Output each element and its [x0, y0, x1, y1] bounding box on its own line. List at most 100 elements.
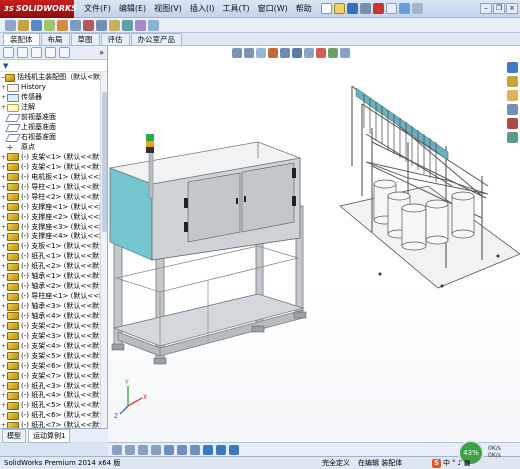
tab-office-products[interactable]: 办公室产品 [130, 33, 182, 45]
tree-item[interactable]: + (-) 支撑座<1> (默认<<默 [0, 202, 107, 212]
tree-item[interactable]: + (-) 支撑座<2> (默认<<默 [0, 212, 107, 222]
stop-icon[interactable] [138, 444, 148, 455]
key-icon[interactable] [177, 444, 187, 455]
tree-item[interactable]: + (-) 支撑座<3> (默认<<默 [0, 222, 107, 232]
tree-item[interactable]: + (-) 电机板<1> (默认<<默 [0, 172, 107, 182]
expand-icon[interactable]: + [0, 252, 7, 261]
show-hidden-icon[interactable] [70, 19, 81, 31]
mate-icon[interactable] [18, 19, 29, 31]
expand-icon[interactable]: + [0, 213, 7, 222]
feature-tree-tab-icon[interactable] [3, 47, 14, 58]
expand-icon[interactable]: + [0, 312, 7, 321]
bill-of-materials-icon[interactable] [122, 19, 133, 31]
tree-item[interactable]: + (-) 纸孔<2> (默认<<默认 [0, 262, 107, 272]
tab-motion-study[interactable]: 运动算例1 [28, 428, 71, 443]
scrollbar-thumb[interactable] [102, 92, 107, 232]
tab-sketch[interactable]: 草图 [70, 33, 100, 45]
expand-icon[interactable]: + [0, 362, 7, 371]
tree-item[interactable]: + (-) 支架<3> (默认<<默认 [0, 331, 107, 341]
expand-icon[interactable]: + [0, 302, 7, 311]
menu-help[interactable]: 帮助 [292, 3, 316, 14]
tree-item[interactable]: + 注解 [0, 103, 107, 113]
tree-item[interactable]: + (-) 纸孔<3> (默认<<默认 [0, 381, 107, 391]
close-icon[interactable]: × [506, 3, 518, 14]
expand-icon[interactable]: + [0, 272, 7, 281]
print-icon[interactable] [359, 3, 371, 14]
expand-icon[interactable]: + [0, 391, 7, 400]
smart-fastener-icon[interactable] [44, 19, 55, 31]
menu-tools[interactable]: 工具(T) [218, 3, 253, 14]
tree-root-assembly[interactable]: − 括线机主装配图（默认<默认 [0, 73, 107, 83]
tree-item[interactable]: + (-) 轴承<3> (默认<<默认 [0, 302, 107, 312]
tree-item[interactable]: + (-) 导柱<1> (默认<<默认 [0, 182, 107, 192]
rack-structure[interactable] [339, 85, 520, 289]
assembly-features-icon[interactable] [83, 19, 94, 31]
tree-item[interactable]: + (-) 纸孔<1> (默认<<默认 [0, 252, 107, 262]
restore-icon[interactable]: ❐ [493, 3, 505, 14]
tree-item[interactable]: 上视基准面 [0, 123, 107, 133]
expand-icon[interactable]: + [0, 203, 7, 212]
cabinet-machine[interactable] [108, 134, 307, 365]
expand-icon[interactable]: + [0, 173, 7, 182]
tree-item[interactable]: + (-) 导柱<2> (默认<<默认 [0, 192, 107, 202]
configuration-manager-tab-icon[interactable] [31, 47, 42, 58]
tree-item[interactable]: 右视基准面 [0, 133, 107, 143]
instant3d-icon[interactable] [148, 19, 159, 31]
playback-speed-icon[interactable] [151, 444, 161, 455]
chevron-right-icon[interactable]: » [99, 48, 104, 57]
contact-icon[interactable] [216, 444, 226, 455]
tree-item[interactable]: ✛ 原点 [0, 143, 107, 153]
expand-icon[interactable]: + [0, 401, 7, 410]
expand-icon[interactable]: + [0, 332, 7, 341]
reference-geometry-icon[interactable] [96, 19, 107, 31]
expand-icon[interactable]: + [0, 223, 7, 232]
undo-icon[interactable] [372, 3, 384, 14]
tree-item[interactable]: + (-) 纸孔<5> (默认<<默认 [0, 401, 107, 411]
menu-insert[interactable]: 插入(I) [186, 3, 219, 14]
expand-icon[interactable]: + [0, 262, 7, 271]
tab-assembly[interactable]: 装配体 [3, 33, 40, 45]
move-component-icon[interactable] [57, 19, 68, 31]
tree-item[interactable]: + (-) 支架<1> (默认<<默认 [0, 162, 107, 172]
tree-item[interactable]: 前视基准面 [0, 113, 107, 123]
expand-icon[interactable]: + [0, 282, 7, 291]
menu-edit[interactable]: 编辑(E) [115, 3, 150, 14]
expand-icon[interactable]: + [0, 352, 7, 361]
display-manager-tab-icon[interactable] [59, 47, 70, 58]
filter-icon[interactable]: ▼ [3, 62, 8, 70]
expand-icon[interactable]: + [0, 183, 7, 192]
spring-icon[interactable] [203, 444, 213, 455]
exploded-view-icon[interactable] [135, 19, 146, 31]
ime-keyboard-icon[interactable]: ▦ [464, 459, 471, 467]
save-animation-icon[interactable] [164, 444, 174, 455]
motor-icon[interactable] [190, 444, 200, 455]
tree-item[interactable]: + (-) 支架<1> (默认<<默认 [0, 153, 107, 163]
tree-item[interactable]: + (-) 纸孔<6> (默认<<默认 [0, 411, 107, 421]
app-logo[interactable]: 3S SOLIDWORKS [0, 0, 77, 18]
expand-icon[interactable]: + [0, 382, 7, 391]
expand-icon[interactable]: + [0, 342, 7, 351]
select-icon[interactable] [385, 3, 397, 14]
tree-item[interactable]: + (-) 支架<5> (默认<<默认 [0, 351, 107, 361]
graphics-area[interactable]: Y X Z [108, 46, 520, 442]
expand-icon[interactable]: + [0, 242, 7, 251]
tree-item[interactable]: + (-) 支架<2> (默认<<默认 [0, 321, 107, 331]
tab-model[interactable]: 模型 [2, 428, 26, 443]
tree-item[interactable]: + (-) 轴承<4> (默认<<默认 [0, 312, 107, 322]
open-icon[interactable] [333, 3, 345, 14]
ime-language[interactable]: 中 [443, 458, 450, 468]
menu-window[interactable]: 窗口(W) [254, 3, 292, 14]
gravity-icon[interactable] [229, 444, 239, 455]
expand-icon[interactable]: + [0, 292, 7, 301]
save-icon[interactable] [346, 3, 358, 14]
rebuild-icon[interactable] [398, 3, 410, 14]
expand-icon[interactable]: + [0, 153, 7, 162]
tree-item[interactable]: + (-) 轴承<1> (默认<<默认 [0, 272, 107, 282]
tab-layout[interactable]: 布局 [40, 33, 70, 45]
tree-item[interactable]: + (-) 纸孔<4> (默认<<默认 [0, 391, 107, 401]
tree-item[interactable]: + (-) 轴承<2> (默认<<默认 [0, 282, 107, 292]
tree-item[interactable]: + (-) 支板<1> (默认<<默认 [0, 242, 107, 252]
tree-scrollbar[interactable] [100, 72, 107, 442]
tree-item[interactable]: + (-) 导柱座<1> (默认<<默 [0, 292, 107, 302]
menu-file[interactable]: 文件(F) [80, 3, 115, 14]
